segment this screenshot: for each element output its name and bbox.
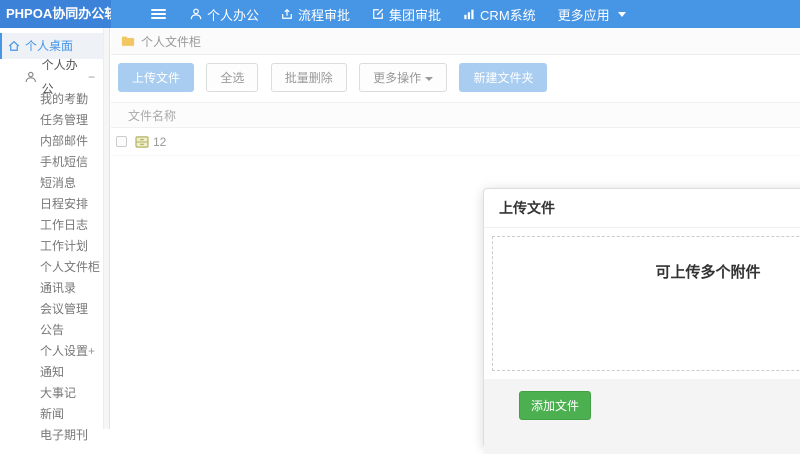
sidebar-item-file-cabinet[interactable]: 个人文件柜 [0,257,109,278]
more-actions-label: 更多操作 [373,71,422,85]
sidebar: 个人桌面 个人办公 − 我的考勤 任务管理 内部邮件 手机短信 短消息 日程安排… [0,28,110,442]
file-name: 12 [153,134,167,149]
file-dropzone[interactable]: 可上传多个附件 [492,236,800,371]
batch-delete-button[interactable]: 批量删除 [270,63,347,92]
nav-item-label: 流程审批 [298,7,351,23]
more-actions-button[interactable]: 更多操作 [359,63,448,92]
folder-icon [121,36,135,46]
nav-crm-system[interactable]: CRM系统 [463,5,536,24]
sidebar-scrollbar[interactable] [103,28,109,429]
crm-chart-icon [464,9,474,20]
upload-dialog-footer: 添加文件 [484,379,800,454]
upload-dialog-title: 上传文件 [499,200,555,216]
nav-item-label: CRM系统 [480,7,536,23]
nav-item-label: 更多应用 [557,7,610,23]
nav-personal-office[interactable]: 个人办公 [190,5,259,24]
breadcrumb-label: 个人文件柜 [141,34,202,49]
toolbar: 上传文件 全选 批量删除 更多操作 新建文件夹 [111,55,800,100]
sidebar-item-label: 新闻 [40,407,65,421]
sidebar-item-label: 通讯录 [40,281,77,295]
file-table-header: 文件名称 [111,102,800,128]
sidebar-item-label: 任务管理 [40,113,89,127]
sidebar-item-label: 工作日志 [40,218,89,232]
sidebar-item-label: 通知 [40,365,65,379]
sidebar-item-work-plan[interactable]: 工作计划 [0,236,109,257]
nav-process-approval[interactable]: 流程审批 [281,5,350,24]
sidebar-item-contacts[interactable]: 通讯录 [0,278,109,299]
nav-menu: 个人办公 流程审批 集团审批 CRM系统 更多应用 [190,5,648,24]
sidebar-item-news[interactable]: 新闻 [0,404,109,425]
sidebar-item-schedule[interactable]: 日程安排 [0,194,109,215]
sidebar-item-label: 电子期刊 [40,428,89,442]
add-file-button[interactable]: 添加文件 [519,391,592,420]
cabinet-icon [135,135,149,148]
process-approval-icon [282,8,292,19]
sidebar-group-personal-office[interactable]: 个人办公 − [0,58,109,96]
sidebar-item-label: 短消息 [40,176,77,190]
sidebar-item-personal-settings[interactable]: 个人设置 + [0,341,109,362]
sidebar-item-internal-mail[interactable]: 内部邮件 [0,131,109,152]
sidebar-item-label: 个人文件柜 [40,260,101,274]
home-icon [8,40,20,51]
sidebar-item-notifications[interactable]: 通知 [0,362,109,383]
expand-plus-icon[interactable]: + [88,341,95,362]
sidebar-item-label: 公告 [40,323,65,337]
breadcrumb: 个人文件柜 [111,28,800,55]
sidebar-item-label: 工作计划 [40,239,89,253]
upload-dialog: 上传文件 可上传多个附件 添加文件 [483,188,800,454]
sidebar-item-short-message[interactable]: 短消息 [0,173,109,194]
nav-group-approval[interactable]: 集团审批 [372,5,441,24]
sidebar-item-attendance[interactable]: 我的考勤 [0,89,109,110]
sidebar-item-label: 大事记 [40,386,77,400]
nav-item-label: 集团审批 [389,7,442,23]
sidebar-item-label: 日程安排 [40,197,89,211]
app-logo: PHPOA协同办公软件 [0,0,111,28]
upload-dialog-body: 可上传多个附件 [484,228,800,379]
group-approval-icon [373,8,384,19]
sidebar-item-label: 会议管理 [40,302,89,316]
sidebar-item-e-journal[interactable]: 电子期刊 [0,425,109,446]
caret-down-icon [425,76,434,81]
sidebar-item-label: 手机短信 [40,155,89,169]
upload-file-button[interactable]: 上传文件 [118,63,195,92]
sidebar-item-label: 我的考勤 [40,92,89,106]
collapse-minus-icon[interactable]: − [88,65,95,89]
dropzone-hint: 可上传多个附件 [655,264,761,281]
sidebar-item-announcement[interactable]: 公告 [0,320,109,341]
user-icon [25,71,36,83]
sidebar-item-label: 个人设置 [40,344,89,358]
upload-dialog-header: 上传文件 [484,189,800,228]
table-row[interactable]: 12 [111,128,800,156]
sidebar-item-label: 内部邮件 [40,134,89,148]
row-checkbox[interactable] [116,136,127,147]
sidebar-item-milestones[interactable]: 大事记 [0,383,109,404]
select-all-button[interactable]: 全选 [206,63,259,92]
new-folder-button[interactable]: 新建文件夹 [459,63,548,92]
sidebar-item-work-log[interactable]: 工作日志 [0,215,109,236]
nav-item-label: 个人办公 [207,7,260,23]
nav-more-apps[interactable]: 更多应用 [558,5,626,24]
user-icon [190,8,202,20]
sidebar-item-task-management[interactable]: 任务管理 [0,110,109,131]
menu-toggle-icon[interactable] [151,7,166,21]
top-navbar: PHPOA协同办公软件 个人办公 流程审批 集团审批 CRM系统 更多应用 [0,0,800,28]
sidebar-item-meeting-management[interactable]: 会议管理 [0,299,109,320]
caret-down-icon [617,11,626,17]
sidebar-item-mobile-sms[interactable]: 手机短信 [0,152,109,173]
